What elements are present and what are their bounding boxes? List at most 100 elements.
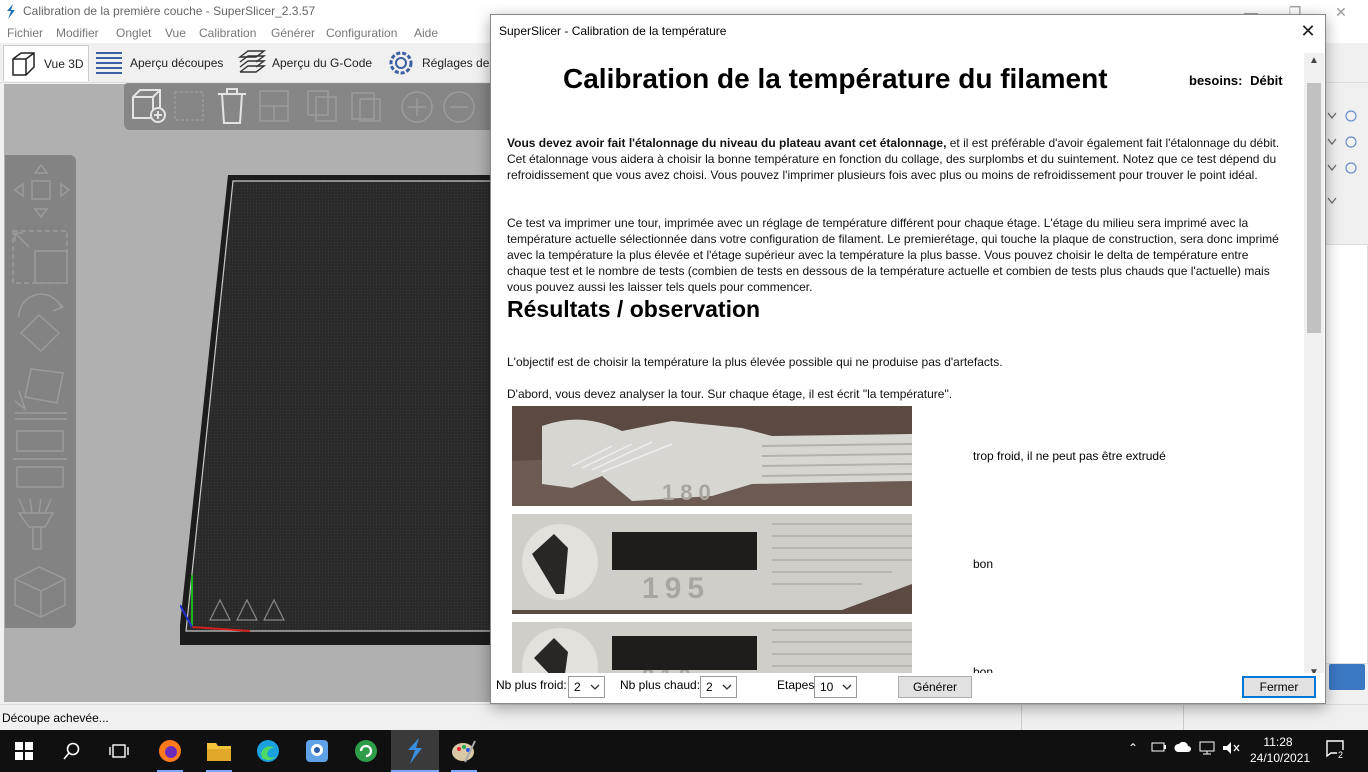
tab-apercu-decoupes[interactable]: Aperçu découpes <box>94 45 223 81</box>
paint-app-icon[interactable] <box>449 736 479 766</box>
hotter-select[interactable]: 2 <box>700 676 737 698</box>
remove-instance-icon[interactable] <box>442 90 476 124</box>
sample-image-label: 180 <box>662 480 717 505</box>
task-view-icon[interactable] <box>104 736 134 766</box>
sample-image-195: 195 <box>512 514 912 614</box>
clock-date: 24/10/2021 <box>1250 751 1311 765</box>
print-bed <box>180 175 500 645</box>
notification-count: 2 <box>1337 750 1345 760</box>
tab-label: Réglages de <box>422 56 490 70</box>
menu-generer[interactable]: Générer <box>271 26 315 40</box>
needs-info: besoins: Débit <box>1189 73 1283 88</box>
sample-result-label: bon <box>973 557 994 571</box>
windows-start-icon[interactable] <box>9 736 39 766</box>
close-button[interactable]: Fermer <box>1242 676 1316 698</box>
menu-onglet[interactable]: Onglet <box>116 26 151 40</box>
tab-label: Aperçu découpes <box>130 56 224 70</box>
menu-aide[interactable]: Aide <box>414 26 438 40</box>
dialog-scrollbar[interactable]: ▲ ▼ <box>1304 53 1324 681</box>
tab-label: Aperçu du G-Code <box>272 56 373 70</box>
objective-paragraph: L'objectif est de choisir la température… <box>507 355 1003 369</box>
section-heading: Résultats / observation <box>507 296 761 322</box>
intro-bold-text: Vous devez avoir fait l'étalonnage du ni… <box>507 136 947 150</box>
camera-app-icon[interactable] <box>302 736 332 766</box>
tab-apercu-gcode[interactable]: Aperçu du G-Code <box>236 45 372 81</box>
add-instance-icon[interactable] <box>400 90 434 124</box>
page-title: Calibration de la température du filamen… <box>563 63 1108 94</box>
paste-icon[interactable] <box>350 89 382 123</box>
network-icon[interactable] <box>1199 741 1215 758</box>
arrange-icon[interactable] <box>258 89 290 123</box>
menu-fichier[interactable]: Fichier <box>7 26 43 40</box>
description-paragraph: Ce test va imprimer une tour, imprimée a… <box>507 216 1279 294</box>
analysis-paragraph: D'abord, vous devez analyser la tour. Su… <box>507 387 953 401</box>
chevron-up-icon[interactable]: ⌃ <box>1128 741 1138 755</box>
colder-value: 2 <box>574 680 581 694</box>
file-explorer-icon[interactable] <box>204 736 234 766</box>
paint-supports-icon[interactable] <box>15 495 65 555</box>
menu-modifier[interactable]: Modifier <box>56 26 99 40</box>
cloud-icon[interactable] <box>1174 741 1192 756</box>
dialog-content: Calibration de la température du filamen… <box>492 53 1304 681</box>
chevron-down-icon <box>842 684 852 690</box>
cut-icon[interactable] <box>13 427 67 489</box>
superslicer-logo-icon <box>7 4 15 19</box>
steps-value: 10 <box>820 680 834 694</box>
sample-result-label: trop froid, il ne peut pas être extrudé <box>973 449 1166 463</box>
delete-all-icon[interactable] <box>216 87 248 125</box>
colder-label: Nb plus froid: <box>496 678 567 692</box>
status-text: Découpe achevée... <box>2 711 109 725</box>
superslicer-taskbar-icon[interactable] <box>400 736 430 766</box>
steps-select[interactable]: 10 <box>814 676 857 698</box>
add-object-icon[interactable] <box>130 87 168 125</box>
sample-image-180: 180 <box>512 406 912 506</box>
view-cube-icon[interactable] <box>11 563 69 621</box>
needs-value: Débit <box>1250 73 1283 88</box>
colder-select[interactable]: 2 <box>568 676 605 698</box>
battery-icon[interactable] <box>1151 741 1167 756</box>
rotate-icon[interactable] <box>11 293 69 355</box>
delete-icon[interactable] <box>172 89 208 125</box>
needs-label: besoins: <box>1189 73 1243 88</box>
right-settings-panel <box>1325 84 1368 704</box>
scroll-up-icon[interactable]: ▲ <box>1304 53 1324 69</box>
sample-image-label: 195 <box>642 572 711 605</box>
dialog-controls: Nb plus froid: 2 Nb plus chaud: 2 Etapes… <box>491 673 1325 703</box>
dialog-title: SuperSlicer - Calibration de la températ… <box>499 24 727 38</box>
chevron-down-icon <box>722 684 732 690</box>
place-on-face-icon[interactable] <box>11 361 69 421</box>
gcode-layers-icon <box>236 48 266 78</box>
clock-time: 11:28 <box>1263 735 1293 749</box>
menu-configuration[interactable]: Configuration <box>326 26 397 40</box>
gear-icon <box>386 48 416 78</box>
hotter-value: 2 <box>706 680 713 694</box>
window-title: Calibration de la première couche - Supe… <box>23 4 316 18</box>
firefox-icon[interactable] <box>155 736 185 766</box>
move-icon[interactable] <box>13 163 71 219</box>
cube-icon <box>8 49 38 79</box>
3d-toolbar <box>124 83 492 130</box>
edge-icon[interactable] <box>253 736 283 766</box>
steps-label: Etapes: <box>777 678 818 692</box>
tab-label: Vue 3D <box>44 56 84 71</box>
volume-muted-icon[interactable] <box>1222 741 1240 758</box>
scale-icon[interactable] <box>11 229 69 285</box>
green-app-icon[interactable] <box>351 736 381 766</box>
chevron-down-icon <box>590 684 600 690</box>
status-bar: Découpe achevée... <box>0 704 1368 731</box>
intro-paragraph: Vous devez avoir fait l'étalonnage du ni… <box>507 135 1282 183</box>
search-icon[interactable] <box>57 736 87 766</box>
copy-icon[interactable] <box>306 89 338 123</box>
temperature-calibration-dialog: SuperSlicer - Calibration de la températ… <box>490 14 1326 704</box>
scrollbar-thumb[interactable] <box>1307 83 1321 333</box>
3d-side-toolbar <box>5 155 76 628</box>
menu-calibration[interactable]: Calibration <box>199 26 256 40</box>
hotter-label: Nb plus chaud: <box>620 678 701 692</box>
system-clock[interactable]: 11:28 24/10/2021 <box>1250 734 1311 766</box>
close-icon[interactable]: ✕ <box>1297 20 1319 42</box>
menu-vue[interactable]: Vue <box>165 26 186 40</box>
windows-taskbar: ⌃ 11:28 24/10/2021 2 <box>0 730 1368 772</box>
tab-reglages[interactable]: Réglages de <box>386 45 489 81</box>
tab-vue-3d[interactable]: Vue 3D <box>3 45 89 81</box>
generate-button[interactable]: Générer <box>898 676 972 698</box>
